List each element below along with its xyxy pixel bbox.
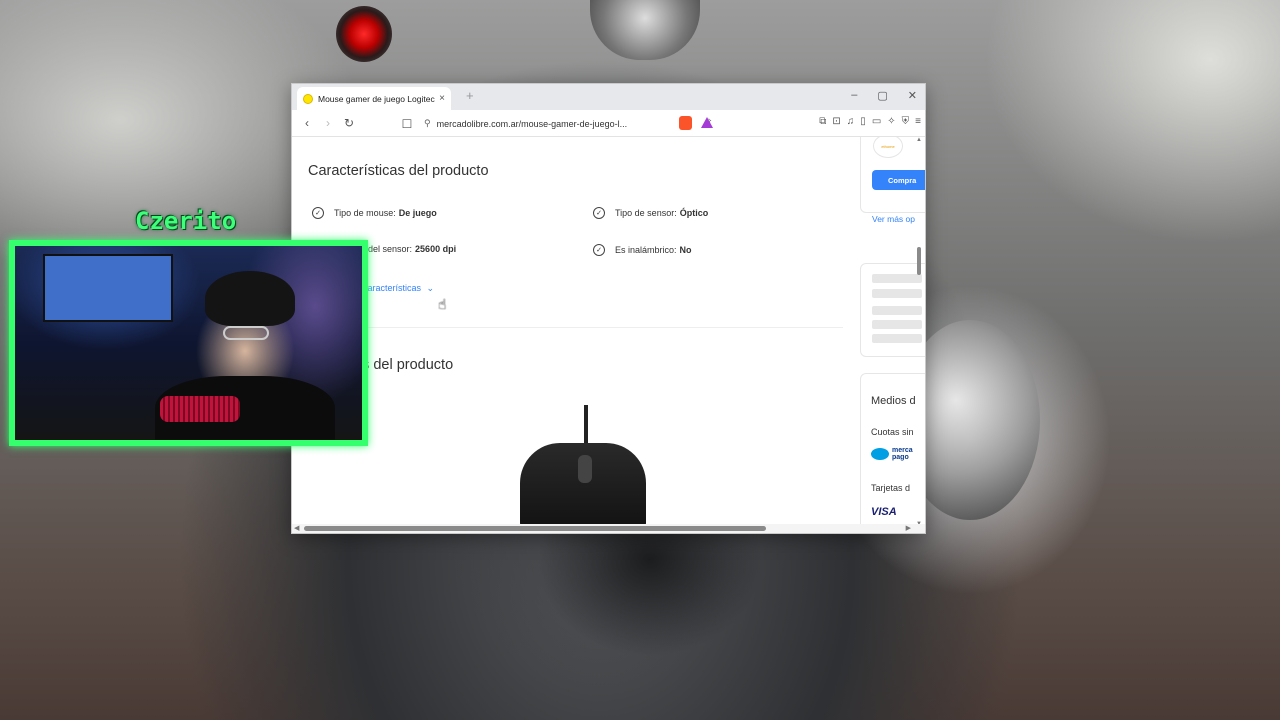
feature-label: Es inalámbrico: — [615, 245, 677, 255]
check-circle-icon: ✓ — [312, 207, 324, 219]
streamer-name: Czerito — [135, 207, 237, 235]
tab-title: Mouse gamer de juego Logitech — [318, 93, 436, 104]
visa-logo: VISA — [871, 506, 897, 518]
scroll-right-icon[interactable]: ▶ — [906, 524, 911, 532]
page-viewport: Características del producto ✓ Tipo de m… — [292, 137, 925, 527]
see-more-characteristics-link[interactable]: características ⌄ — [363, 283, 434, 294]
characteristics-title: Características del producto — [308, 163, 489, 179]
skeleton-line — [872, 334, 922, 343]
reload-icon[interactable]: ↻ — [340, 116, 358, 130]
section-divider — [308, 327, 843, 328]
menu-icon[interactable]: ≡ — [915, 116, 921, 127]
see-more-options-link[interactable]: Ver más op — [872, 214, 915, 224]
media-icon[interactable]: ♫ — [847, 116, 855, 127]
skeleton-line — [872, 289, 922, 298]
mercadopago-logo: merca pago — [871, 447, 916, 461]
feature-wireless: ✓ Es inalámbrico: No — [593, 244, 692, 256]
product-images-title: es del producto — [354, 357, 454, 373]
webcam-overlay — [9, 240, 368, 446]
background-robot-eye — [336, 6, 392, 62]
brave-rewards-icon[interactable] — [701, 117, 713, 128]
skeleton-line — [872, 306, 922, 315]
skeleton-line — [872, 320, 922, 329]
chevron-down-icon: ⌄ — [426, 283, 435, 293]
mercadopago-text: merca pago — [892, 447, 913, 461]
feature-value: No — [679, 245, 692, 255]
window-controls: – ▢ ✕ — [851, 89, 917, 102]
toolbar-right-icons: ⧉ ⊡ ♫ ▯ ▭ ✧ ⛨ ≡ — [819, 116, 921, 127]
sidebar-icon[interactable]: ▯ — [860, 116, 866, 127]
product-image-scroll-wheel — [578, 455, 592, 483]
feature-value: De juego — [398, 208, 437, 218]
tab-close-icon[interactable]: × — [439, 93, 445, 104]
scroll-left-icon[interactable]: ◀ — [294, 524, 299, 532]
bookmark-icon[interactable]: ☐ — [398, 117, 416, 131]
scroll-up-icon[interactable]: ▲ — [916, 137, 922, 143]
webcam-person-hair — [205, 271, 295, 326]
mercadolibre-favicon-icon — [303, 93, 313, 104]
feature-sensor-type: ✓ Tipo de sensor: Óptico — [593, 207, 708, 219]
url-text[interactable]: mercadolibre.com.ar/mouse-gamer-de-juego… — [437, 119, 699, 129]
feature-mouse-type: ✓ Tipo de mouse: De juego — [312, 207, 437, 219]
leo-ai-icon[interactable]: ✧ — [887, 116, 895, 127]
webcam-person-glasses — [223, 326, 269, 340]
browser-window: Mouse gamer de juego Logitech × + – ▢ ✕ … — [291, 83, 926, 534]
check-circle-icon: ✓ — [593, 244, 605, 256]
close-window-button[interactable]: ✕ — [908, 89, 917, 102]
browser-toolbar: ‹ › ↻ ☐ ⚲ mercadolibre.com.ar/mouse-game… — [292, 110, 925, 137]
skeleton-line — [872, 274, 922, 283]
horizontal-scroll-thumb[interactable] — [304, 526, 766, 531]
extensions-icon[interactable]: ⧉ — [819, 116, 826, 127]
hand-cursor-icon: ☝ — [438, 296, 447, 312]
screenshot-icon[interactable]: ⊡ — [832, 116, 840, 127]
tab-mercadolibre[interactable]: Mouse gamer de juego Logitech × — [297, 87, 451, 110]
vertical-scrollbar[interactable]: ▲ ▼ — [916, 137, 922, 527]
check-circle-icon: ✓ — [593, 207, 605, 219]
feature-label: Tipo de mouse: — [334, 208, 396, 218]
microphone — [160, 396, 240, 422]
back-icon[interactable]: ‹ — [298, 116, 316, 130]
horizontal-scrollbar[interactable]: ◀ ▶ — [292, 524, 925, 533]
vertical-scroll-thumb[interactable] — [917, 247, 921, 275]
handshake-icon — [871, 448, 889, 460]
seller-logo[interactable]: ethome — [873, 137, 903, 158]
webcam-background-monitor — [43, 254, 173, 322]
more-characteristics-label: características — [363, 283, 422, 293]
new-tab-button[interactable]: + — [466, 88, 474, 103]
site-info-icon[interactable]: ⚲ — [424, 118, 431, 129]
tab-bar: Mouse gamer de juego Logitech × + – ▢ ✕ — [292, 84, 925, 110]
maximize-button[interactable]: ▢ — [877, 89, 887, 102]
feature-value: 25600 dpi — [415, 244, 457, 254]
feature-value: Óptico — [679, 208, 709, 218]
cards-label: Tarjetas d — [871, 483, 911, 493]
payment-methods-title: Medios d — [871, 395, 916, 407]
brave-shields-icon[interactable] — [679, 116, 692, 130]
vpn-icon[interactable]: ⛨ — [902, 116, 910, 127]
forward-icon[interactable]: › — [319, 116, 337, 130]
minimize-button[interactable]: – — [851, 89, 857, 102]
installments-label: Cuotas sin — [871, 427, 914, 437]
address-bar[interactable]: ☐ ⚲ mercadolibre.com.ar/mouse-gamer-de-j… — [398, 114, 713, 133]
wallet-icon[interactable]: ▭ — [872, 116, 881, 127]
feature-label: Tipo de sensor: — [615, 208, 677, 218]
